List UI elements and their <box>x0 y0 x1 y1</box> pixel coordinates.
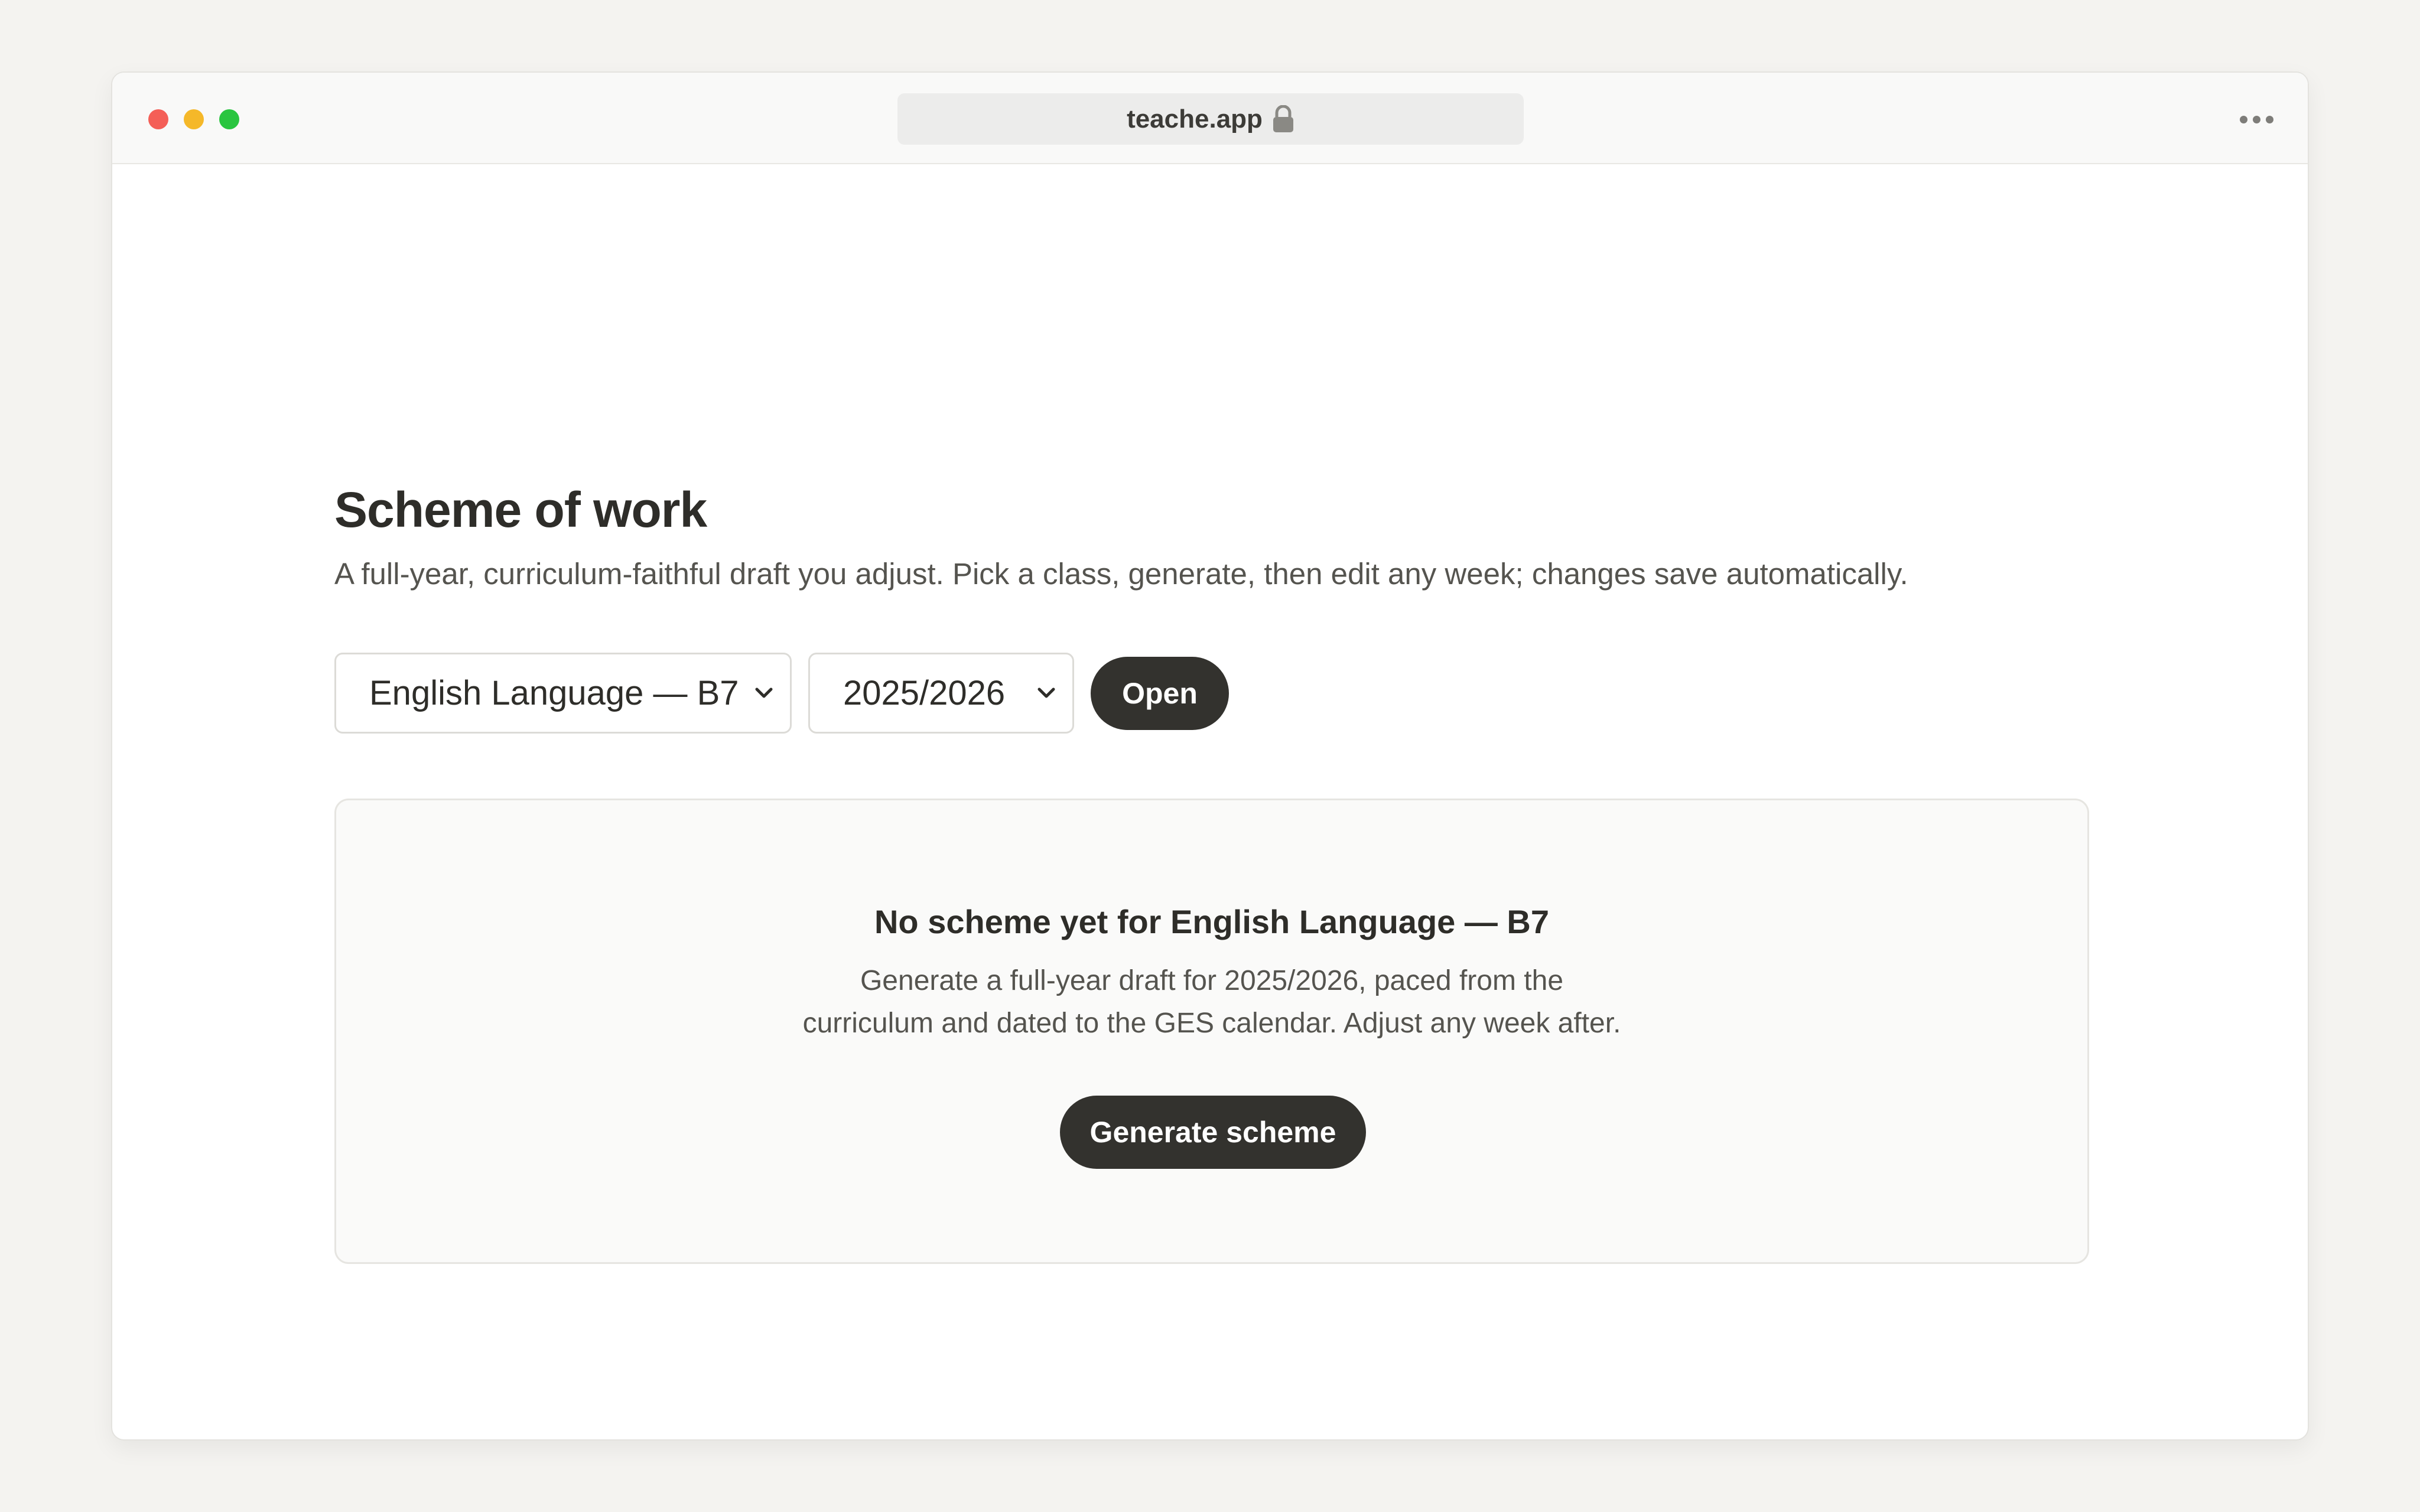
more-options-icon[interactable] <box>2240 110 2273 128</box>
empty-state-description: Generate a full-year draft for 2025/2026… <box>336 960 2087 1045</box>
class-select[interactable]: English Language — B7 <box>334 653 792 734</box>
open-button[interactable]: Open <box>1091 656 1229 730</box>
chevron-down-icon <box>1037 687 1056 700</box>
scheme-controls: English Language — B7 2025/2026 Open <box>334 653 1229 734</box>
lock-icon <box>1272 105 1294 133</box>
browser-window: teache.app Scheme of work A full-year, c… <box>111 71 2309 1441</box>
empty-state-description-line: Generate a full-year draft for 2025/2026… <box>860 965 1564 996</box>
empty-state-title: No scheme yet for English Language — B7 <box>874 903 1549 940</box>
page-subtitle: A full-year, curriculum-faithful draft y… <box>334 557 1908 591</box>
address-bar[interactable]: teache.app <box>897 93 1524 145</box>
browser-titlebar: teache.app <box>112 73 2308 164</box>
url-text: teache.app <box>1127 104 1263 133</box>
year-select-value: 2025/2026 <box>843 674 1006 712</box>
minimize-window-button[interactable] <box>184 109 204 129</box>
close-window-button[interactable] <box>148 109 168 129</box>
year-select[interactable]: 2025/2026 <box>808 653 1074 734</box>
chevron-down-icon <box>754 687 773 700</box>
class-select-value: English Language — B7 <box>369 674 739 712</box>
empty-state-card: No scheme yet for English Language — B7 … <box>334 799 2089 1264</box>
generate-scheme-button[interactable]: Generate scheme <box>1060 1096 1366 1169</box>
empty-state-description-line: curriculum and dated to the GES calendar… <box>802 1008 1621 1039</box>
page-title: Scheme of work <box>334 482 707 537</box>
maximize-window-button[interactable] <box>219 109 239 129</box>
